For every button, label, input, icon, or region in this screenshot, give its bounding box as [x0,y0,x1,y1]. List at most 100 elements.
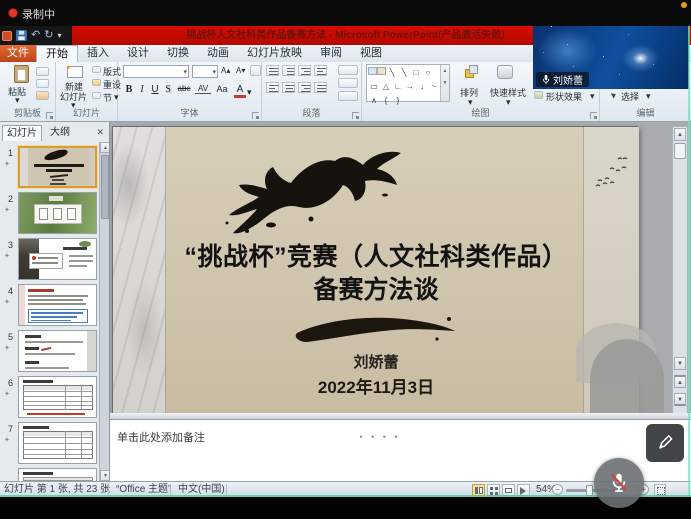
font-color-button[interactable]: A [234,84,246,98]
font-color-caret-icon[interactable]: ▾ [247,87,252,98]
bullets-button[interactable] [266,65,279,76]
ink-brush-stroke-art [291,311,461,347]
font-name-combo[interactable]: ▾ [123,65,189,78]
copy-button[interactable] [36,79,49,88]
italic-button[interactable]: I [136,84,148,95]
shapes-scroll-down-icon[interactable]: ▼ [441,77,449,89]
tab-animations[interactable]: 动画 [198,45,238,62]
annotate-pen-button[interactable] [646,424,684,462]
slide-date[interactable]: 2022年11月3日 [133,373,619,398]
slide-thumbnail-3[interactable] [18,238,97,280]
panel-close-icon[interactable]: ✕ [96,127,104,138]
shape-oval-icon[interactable]: ○ [422,67,434,79]
tab-insert[interactable]: 插入 [78,45,118,62]
tab-transitions[interactable]: 切换 [158,45,198,62]
panel-tab-outline[interactable]: 大纲 [44,125,76,141]
panel-scroll-up-icon[interactable]: ▲ [100,142,110,153]
font-dialog-launcher[interactable] [252,112,259,119]
scroll-up-icon[interactable]: ▲ [674,128,686,141]
previous-slide-button[interactable]: ▲ [674,375,686,388]
shape-triangle-icon[interactable]: △ [380,81,392,93]
cut-button[interactable] [36,67,49,76]
redo-button[interactable]: ↻ [44,26,53,45]
animation-star-icon: ✦ [4,252,10,260]
slide-title-line1[interactable]: “挑战杯”竞赛（人文社科类作品） [133,237,619,273]
tab-slideshow[interactable]: 幻灯片放映 [238,45,311,62]
paste-button[interactable]: 粘贴 ▾ [6,65,30,103]
decrease-indent-button[interactable] [298,65,311,76]
shape-texture-icon[interactable] [377,67,386,75]
slide-thumbnail-8[interactable] [18,468,97,481]
shape-arrow-right-icon[interactable]: → [404,81,416,93]
shape-line-icon[interactable]: ╲ [386,67,398,79]
increase-indent-button[interactable] [314,65,327,76]
tab-home[interactable]: 开始 [36,45,78,62]
shape-elbow-icon[interactable]: ∟ [392,81,404,93]
text-direction-button[interactable] [338,65,358,75]
qat-customize-caret-icon[interactable]: ▾ [57,31,61,40]
slide-thumbnail-6[interactable] [18,376,97,418]
shape-curve-icon[interactable]: ~ [428,81,440,93]
tab-review[interactable]: 审阅 [311,45,351,62]
convert-smartart-button[interactable] [338,91,358,101]
powerpoint-icon[interactable] [2,31,12,41]
slide-thumbnail-2[interactable] [18,192,97,234]
scroll-down-icon[interactable]: ▼ [674,357,686,370]
slide-author[interactable]: 刘娇蕾 [133,351,619,372]
group-slides: ✶ 新建 幻灯片 ▾ 版式 重设 节 ▾ 幻灯片 [56,62,118,121]
align-right-button[interactable] [298,82,311,93]
shape-rect-icon[interactable]: □ [410,67,422,79]
slide-thumbnail-4[interactable] [18,284,97,326]
new-slide-button[interactable]: ✶ 新建 幻灯片 ▾ [58,64,90,106]
save-icon[interactable] [16,30,27,41]
shapes-gallery[interactable]: ╲╲□○ ▭△∟→↓~ ∧{} ▲ ▼ [366,64,450,102]
notes-placeholder[interactable]: 单击此处添加备注 [117,429,205,445]
editor-scrollbar[interactable]: ▲ ▼ ▲ ▼ [672,126,688,416]
panel-tab-slides[interactable]: 幻灯片 [2,125,42,141]
align-center-button[interactable] [282,82,295,93]
grow-font-button[interactable]: A▴ [221,66,230,75]
character-spacing-button[interactable]: AV [195,84,211,94]
next-slide-button[interactable]: ▼ [674,393,686,406]
shapes-scroll-up-icon[interactable]: ▲ [441,65,449,77]
scroll-thumb[interactable] [674,143,686,159]
format-painter-button[interactable] [36,91,49,100]
drawing-dialog-launcher[interactable] [590,112,597,119]
text-shadow-button[interactable]: S [162,84,174,95]
paragraph-dialog-launcher[interactable] [352,112,359,119]
tab-file[interactable]: 文件 [0,45,36,62]
align-text-button[interactable] [338,78,358,88]
change-case-button[interactable]: Aa [214,84,230,94]
shrink-font-button[interactable]: A▾ [236,66,245,75]
slide-canvas[interactable]: “挑战杯”竞赛（人文社科类作品） 备赛方法谈 刘娇蕾 2022年11月3日 [112,126,638,414]
shape-roundrect-icon[interactable]: ▭ [368,81,380,93]
microphone-muted-button[interactable] [594,458,644,508]
clear-formatting-button[interactable] [250,65,261,76]
slide-thumbnail-1[interactable] [18,146,97,188]
slide-thumbnail-7[interactable] [18,422,97,464]
group-paragraph: 段落 [262,62,362,121]
shape-picture-icon[interactable] [368,67,377,75]
slide-thumbnail-5[interactable] [18,330,97,372]
splitter-handle-dots-icon[interactable]: • • • • [320,432,440,442]
shape-arrow-down-icon[interactable]: ↓ [416,81,428,93]
zoom-out-button[interactable]: − [552,484,563,495]
strikethrough-button[interactable]: abc [175,84,193,93]
shapes-gallery-scroll[interactable]: ▲ ▼ [440,65,449,101]
underline-button[interactable]: U [149,84,161,95]
tab-design[interactable]: 设计 [118,45,158,62]
align-left-button[interactable] [266,82,279,93]
justify-button[interactable] [314,82,327,93]
numbering-button[interactable] [282,65,295,76]
panel-scroll-thumb[interactable] [101,155,109,219]
divider [170,484,171,495]
slide-title-line2[interactable]: 备赛方法谈 [133,270,619,306]
tab-view[interactable]: 视图 [351,45,391,62]
panel-scroll-down-icon[interactable]: ▼ [100,470,110,481]
bold-button[interactable]: B [123,84,135,95]
font-size-combo[interactable]: ▾ [192,65,218,78]
panel-scrollbar[interactable]: ▲ ▼ [99,142,110,481]
shape-line2-icon[interactable]: ╲ [398,67,410,79]
clipboard-dialog-launcher[interactable] [46,112,53,119]
undo-button[interactable]: ↶ [31,26,40,45]
